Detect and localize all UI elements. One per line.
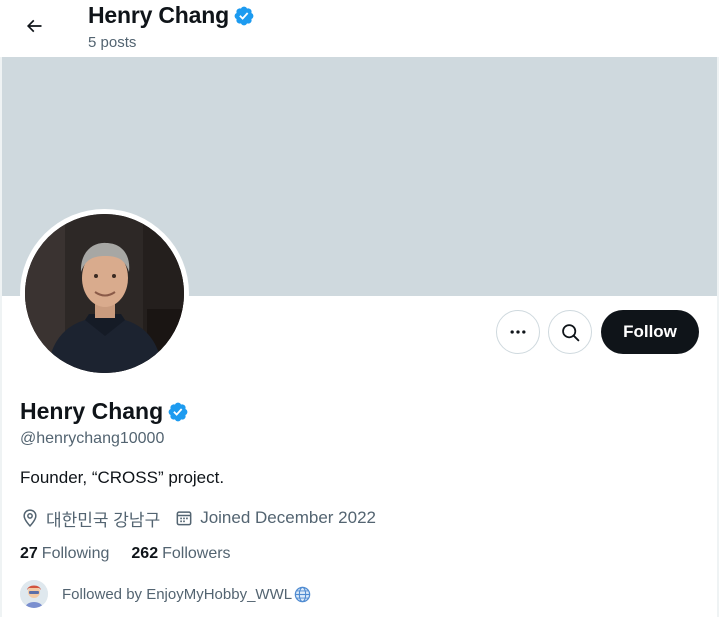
verified-badge-icon[interactable] — [167, 401, 189, 423]
follower-avatar — [20, 580, 48, 608]
header-name: Henry Chang — [88, 2, 229, 28]
followers-link[interactable]: 262 Followers — [131, 545, 230, 563]
profile-bio: Founder, “CROSS” project. — [20, 468, 225, 487]
follow-button[interactable]: Follow — [601, 310, 699, 354]
followed-by-row[interactable]: Followed by EnjoyMyHobby_WWL — [20, 580, 312, 608]
back-arrow-icon — [26, 19, 42, 33]
followed-by-text: Followed by EnjoyMyHobby_WWL — [62, 585, 293, 603]
profile-name-row: Henry Chang — [20, 398, 189, 425]
following-label: Following — [41, 545, 110, 562]
joined-item: Joined December 2022 — [174, 508, 376, 528]
verified-badge-icon — [234, 6, 254, 25]
back-button[interactable] — [16, 8, 52, 44]
avatar[interactable] — [25, 214, 184, 373]
search-icon — [561, 323, 579, 341]
search-button[interactable] — [548, 310, 592, 354]
following-link[interactable]: 27 Following — [20, 545, 109, 563]
globe-icon — [294, 586, 311, 602]
profile-meta: 대한민국 강남구 Joined December 2022 — [20, 505, 390, 531]
post-count: 5 posts — [88, 34, 137, 51]
following-count: 27 — [20, 545, 38, 562]
more-icon — [510, 330, 526, 334]
location-item: 대한민국 강남구 — [20, 506, 160, 531]
avatar-frame[interactable] — [20, 209, 189, 378]
followers-label: Followers — [162, 545, 231, 562]
profile-handle: @henrychang10000 — [20, 430, 165, 447]
joined-text: Joined December 2022 — [200, 508, 376, 527]
calendar-icon — [176, 511, 192, 526]
location-text: 대한민국 강남구 — [46, 510, 161, 530]
header-title: Henry Chang — [88, 2, 255, 29]
profile-name: Henry Chang — [20, 398, 164, 424]
follow-counts: 27 Following 262 Followers — [20, 545, 253, 563]
location-pin-icon — [23, 509, 37, 527]
followers-count: 262 — [131, 545, 159, 562]
more-button[interactable] — [496, 310, 540, 354]
avatar-photo — [25, 214, 184, 373]
top-bar: Henry Chang 5 posts — [0, 0, 719, 57]
follower-avatar-image — [20, 580, 48, 608]
